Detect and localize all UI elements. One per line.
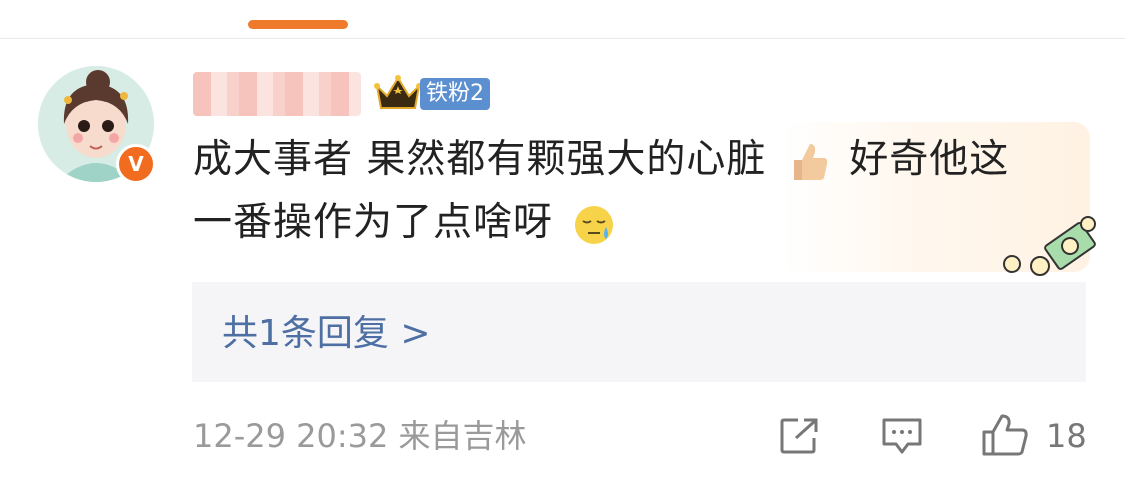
crown-icon [374,75,422,109]
location: 来自吉林 [398,417,527,455]
like-icon[interactable] [980,412,1030,458]
username[interactable] [193,72,361,116]
comment-icon[interactable] [880,416,924,456]
comment-text: 成大事者 果然都有颗强大的心脏 好奇他这 一番操作为了点啥呀 [193,128,1073,254]
verified-badge: V [116,144,156,184]
comment-text-mid: 好奇他这 [849,137,1010,182]
comment-meta: 12-29 20:32 来自吉林 [193,414,527,458]
timestamp: 12-29 20:32 [193,417,389,455]
share-icon[interactable] [778,416,822,456]
comment-text-line1: 成大事者 果然都有颗强大的心脏 [193,137,767,182]
fan-badge[interactable]: 铁粉2 [420,78,490,110]
tab-indicator [248,20,348,29]
like-count: 18 [1046,417,1087,455]
comment-text-line2: 一番操作为了点啥呀 [193,200,554,245]
thumbs-up-icon [793,143,828,180]
money-decoration-icon [1003,216,1096,276]
reply-link[interactable]: 共1条回复 > [222,310,431,358]
sweat-face-icon [575,205,614,244]
top-divider [0,38,1125,39]
